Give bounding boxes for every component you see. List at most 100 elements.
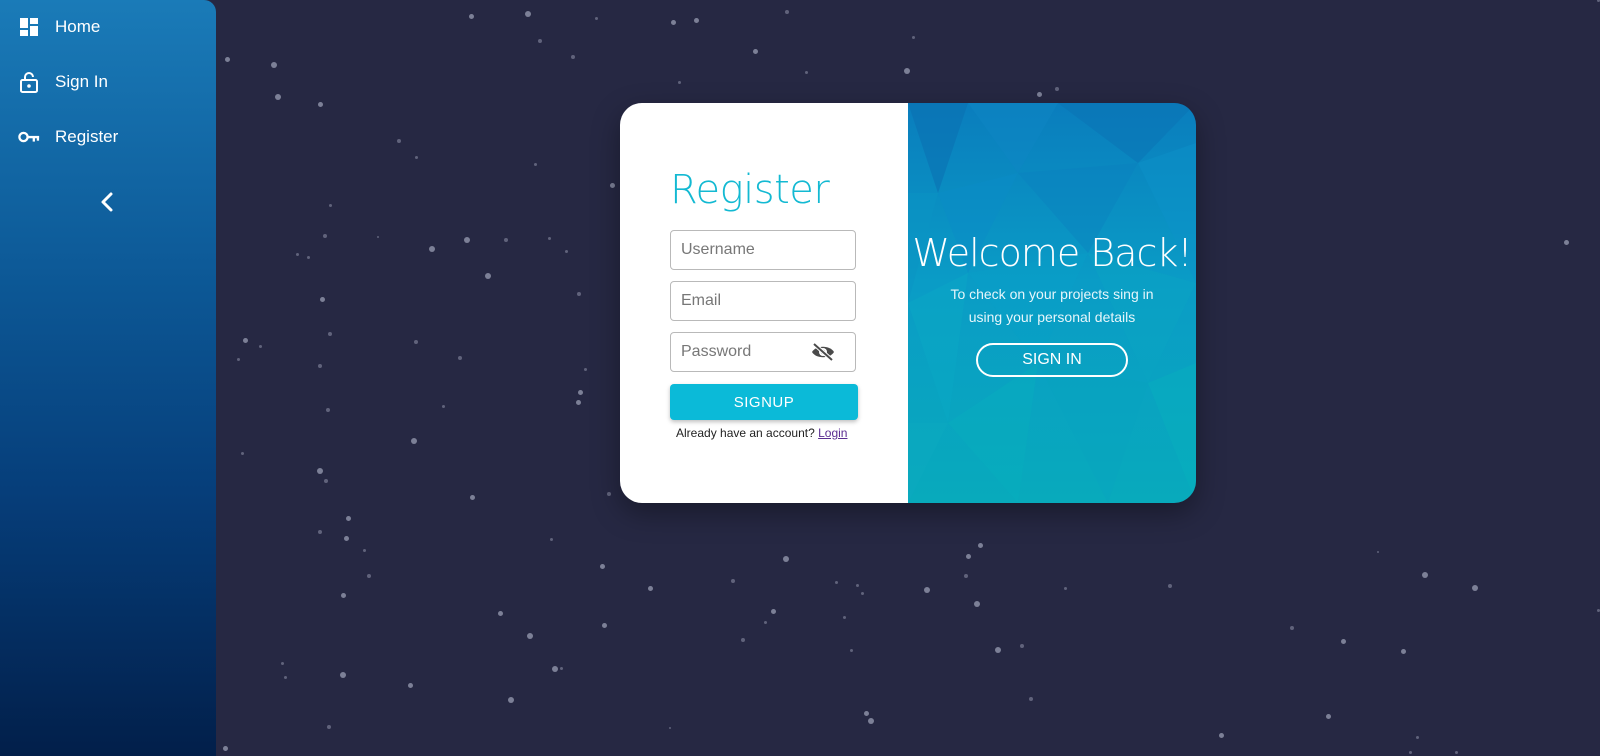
star-dot [468,13,474,19]
star-dot [549,537,553,541]
star-dot [863,710,869,716]
username-input[interactable] [671,231,831,269]
welcome-description: To check on your projects sing in using … [950,286,1154,325]
login-link[interactable]: Login [818,426,847,440]
password-field[interactable] [670,332,856,372]
star-dot [236,357,240,361]
star-dot [564,249,568,253]
star-dot [995,647,1001,653]
star-dot [414,340,418,344]
password-input[interactable] [671,333,831,371]
star-dot [377,236,379,238]
star-dot [770,608,776,614]
star-dot [1422,572,1428,578]
sidebar-item-sign-in[interactable]: Sign In [0,62,216,102]
star-dot [1596,608,1600,612]
star-dot [647,585,653,591]
star-dot [295,252,299,256]
sign-in-button[interactable]: SIGN IN [976,343,1128,377]
star-dot [763,620,767,624]
star-dot [319,296,325,302]
star-dot [1168,584,1172,588]
star-dot [222,745,228,751]
star-dot [834,580,838,584]
star-dot [538,39,542,43]
star-dot [693,17,699,23]
star-dot [607,492,611,496]
star-dot [752,48,758,54]
star-dot [414,155,418,159]
star-dot [1055,87,1059,91]
star-dot [1340,638,1346,644]
star-dot [860,591,864,595]
key-icon [18,126,40,148]
sidebar-item-register[interactable]: Register [0,117,216,157]
star-dot [1218,732,1224,738]
star-dot [504,238,508,242]
star-dot [1454,750,1458,754]
star-dot [469,494,475,500]
star-dot [571,55,575,59]
star-dot [974,601,980,607]
sidebar-item-label: Register [55,127,119,146]
sidebar-item-label: Home [55,17,101,36]
star-dot [318,530,322,534]
star-dot [785,10,789,14]
star-dot [240,451,244,455]
star-dot [340,592,346,598]
star-dot [547,236,551,240]
star-dot [328,332,332,336]
star-dot [1036,91,1042,97]
star-dot [224,56,230,62]
already-text: Already have an account? [676,426,815,440]
dashboard-icon [18,16,40,38]
sidebar-item-label: Sign In [55,72,108,91]
star-dot [508,697,514,703]
star-dot [306,255,310,259]
signup-button[interactable]: SIGNUP [670,384,858,420]
star-dot [407,682,413,688]
star-dot [977,542,983,548]
star-dot [1020,644,1024,648]
star-dot [317,468,323,474]
star-dot [741,638,745,642]
star-dot [458,356,462,360]
sidebar: Home Sign In Register [0,0,216,756]
star-dot [362,548,366,552]
email-input[interactable] [671,282,831,320]
star-dot [552,666,558,672]
sidebar-item-home[interactable]: Home [0,7,216,47]
star-dot [1563,239,1569,245]
star-dot [1063,586,1067,590]
star-dot [731,579,735,583]
star-dot [327,725,331,729]
username-field[interactable] [670,230,856,270]
star-dot [804,70,808,74]
star-dot [575,399,581,405]
star-dot [677,80,681,84]
star-dot [1408,750,1412,754]
collapse-sidebar-button[interactable] [96,190,120,214]
star-dot [326,408,330,412]
auth-card: Register SIGNUP Already have an account? [620,103,1196,503]
star-dot [527,633,533,639]
star-dot [411,438,417,444]
lock-open-icon [18,71,40,93]
star-dot [429,246,435,252]
star-dot [911,35,915,39]
star-dot [855,583,859,587]
star-dot [258,344,262,348]
star-dot [497,610,503,616]
welcome-panel: Welcome Back! To check on your projects … [908,103,1196,503]
star-dot [1596,0,1600,2]
eye-off-icon[interactable] [811,342,835,362]
email-field[interactable] [670,281,856,321]
star-dot [669,727,671,729]
star-dot [1325,713,1331,719]
star-dot [849,648,853,652]
star-dot [965,553,971,559]
star-dot [343,535,349,541]
register-panel: Register SIGNUP Already have an account? [620,103,908,503]
star-dot [577,292,581,296]
star-dot [783,556,789,562]
